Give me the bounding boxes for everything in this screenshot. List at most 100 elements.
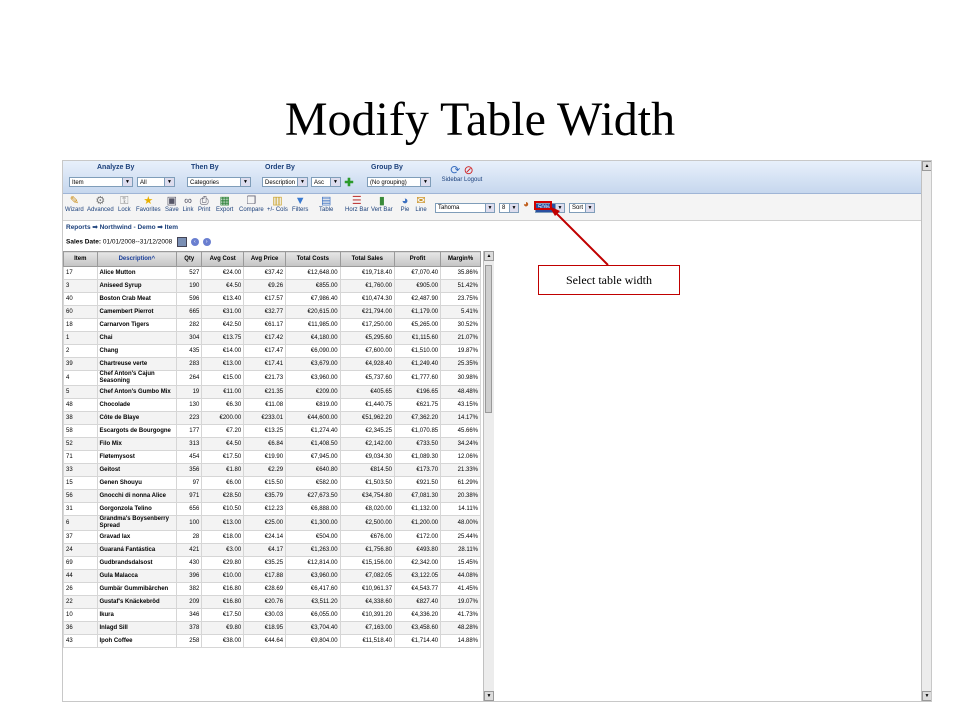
table-cell: 5	[63, 385, 98, 399]
table-cell: €28.50	[201, 489, 245, 503]
analyze-by-filter-select[interactable]: All ▼	[137, 177, 175, 187]
table-view-button[interactable]: ▤ Table	[319, 195, 333, 213]
table-row[interactable]: 44 Gula Malacca 396 €10.00 €17.88 €3,960.00 €7…	[63, 569, 481, 583]
table-row[interactable]: 17 Alice Mutton 527 €24.00 €37.42 €12,648.00 €…	[63, 266, 481, 280]
color-palette-icon[interactable]: ◕	[523, 199, 529, 210]
previous-period-icon[interactable]: ‹	[190, 238, 199, 246]
table-cell: €28.69	[243, 582, 287, 596]
scroll-down-icon[interactable]: ▼	[922, 691, 931, 701]
table-row[interactable]: 18 Carnarvon Tigers 282 €42.50 €61.17 €11,985…	[63, 318, 481, 332]
chevron-down-icon: ▼	[509, 204, 518, 212]
table-row[interactable]: 10 Ikura 346 €17.50 €30.03 €6,055.00 €10,391.2…	[63, 608, 481, 622]
table-cell: 1	[63, 331, 98, 345]
column-header[interactable]: Qty	[176, 251, 203, 267]
group-by-select[interactable]: (No grouping) ▼	[367, 177, 431, 187]
compare-button[interactable]: ❐ Compare	[239, 195, 264, 213]
table-cell: €2,487.90	[394, 292, 442, 306]
column-header[interactable]: Profit	[394, 251, 442, 267]
table-row[interactable]: 37 Gravad lax 28 €18.00 €24.14 €504.00 €676.00…	[63, 530, 481, 544]
table-row[interactable]: 1 Chai 304 €13.75 €17.42 €4,180.00 €5,295.60 €1…	[63, 331, 481, 345]
table-row[interactable]: 43 Ipoh Coffee 258 €38.00 €44.64 €9,804.00 €11…	[63, 634, 481, 648]
scroll-down-icon[interactable]: ▼	[484, 691, 494, 701]
save-button[interactable]: ▣ Save	[165, 195, 179, 213]
vert-bar-button[interactable]: ▮ Vert Bar	[371, 195, 393, 213]
advanced-button[interactable]: ⚙ Advanced	[87, 195, 114, 213]
window-scrollbar[interactable]: ▲ ▼	[921, 161, 931, 701]
table-row[interactable]: 22 Gustaf's Knäckebröd 209 €16.80 €20.76 €3,5…	[63, 595, 481, 609]
column-header[interactable]: Item	[63, 251, 98, 267]
link-button[interactable]: ∞ Link	[182, 195, 194, 213]
sidebar-logout-buttons[interactable]: ⟳ ⊘ Sidebar Logout	[440, 163, 484, 183]
column-header[interactable]: Avg Cost	[201, 251, 245, 267]
table-cell: €1,200.00	[394, 515, 442, 531]
table-cell: €3,458.60	[394, 621, 442, 635]
favorites-button[interactable]: ★ Favorites	[136, 195, 161, 213]
table-cell: 24	[63, 543, 98, 557]
logout-icon[interactable]: ⊘	[464, 163, 474, 177]
calendar-icon[interactable]	[177, 237, 188, 247]
table-cell: €5,737.60	[339, 370, 396, 386]
column-header[interactable]: Description^	[96, 251, 178, 267]
column-header[interactable]: Avg Price	[243, 251, 287, 267]
scroll-up-icon[interactable]: ▲	[922, 161, 931, 171]
table-row[interactable]: 5 Chef Anton's Gumbo Mix 19 €11.00 €21.35 €20…	[63, 385, 481, 399]
table-row[interactable]: 38 Côte de Blaye 223 €200.00 €233.01 €44,600.…	[63, 411, 481, 425]
breadcrumb[interactable]: Reports ➡ Northwind - Demo ➡ Item	[66, 223, 178, 231]
table-row[interactable]: 52 Filo Mix 313 €4.50 €6.84 €1,408.50 €2,142.0…	[63, 437, 481, 451]
plus-icon[interactable]: ✚	[344, 178, 354, 189]
lock-button[interactable]: ⚿ Lock	[118, 195, 131, 213]
table-row[interactable]: 60 Camembert Pierrot 665 €31.00 €32.77 €20,61…	[63, 305, 481, 319]
then-by-select[interactable]: Categories ▼	[187, 177, 251, 187]
sales-date-value: 01/01/2008--31/12/2008	[102, 238, 173, 246]
toggle-columns-button[interactable]: ▥ +/- Cols	[267, 195, 288, 213]
table-row[interactable]: 2 Chang 435 €14.00 €17.47 €6,090.00 €7,600.00 €…	[63, 344, 481, 358]
sort-select[interactable]: Sort ▼	[569, 203, 595, 213]
table-row[interactable]: 15 Genen Shouyu 97 €6.00 €15.50 €582.00 €1,503…	[63, 476, 481, 490]
column-header[interactable]: Margin%	[440, 251, 481, 267]
analyze-by-select[interactable]: Item ▼	[69, 177, 133, 187]
table-row[interactable]: 40 Boston Crab Meat 596 €13.40 €17.57 €7,986.…	[63, 292, 481, 306]
wizard-button[interactable]: ✎ Wizard	[65, 195, 84, 213]
table-cell: Ikura	[96, 608, 178, 622]
order-direction-select[interactable]: Asc ▼	[311, 177, 341, 187]
table-row[interactable]: 71 Fløtemysost 454 €17.50 €19.90 €7,945.00 €9,…	[63, 450, 481, 464]
table-row[interactable]: 39 Chartreuse verte 283 €13.00 €17.41 €3,679.…	[63, 357, 481, 371]
print-button[interactable]: ⎙ Print	[198, 195, 210, 213]
next-period-icon[interactable]: ›	[202, 238, 211, 246]
table-row[interactable]: 6 Grandma's Boysenberry Spread 100 €13.00 €2…	[63, 515, 481, 531]
column-header[interactable]: Total Costs	[285, 251, 341, 267]
line-chart-button[interactable]: ✉ Line	[415, 195, 427, 213]
order-by-select[interactable]: Description ▼	[262, 177, 308, 187]
table-cell: 177	[176, 424, 203, 438]
gear-icon: ⚙	[95, 195, 106, 207]
table-cell: €621.75	[394, 398, 442, 412]
table-row[interactable]: 4 Chef Anton's Cajun Seasoning 264 €15.00 €2…	[63, 370, 481, 386]
pie-chart-button[interactable]: ◕ Pie	[399, 195, 411, 213]
table-row[interactable]: 48 Chocolade 130 €6.30 €11.08 €819.00 €1,440.7…	[63, 398, 481, 412]
table-row[interactable]: 58 Escargots de Bourgogne 177 €7.20 €13.25 €1…	[63, 424, 481, 438]
group-by-label: Group By	[371, 164, 403, 171]
table-row[interactable]: 24 Guaraná Fantástica 421 €3.00 €4.17 €1,263.…	[63, 543, 481, 557]
horz-bar-button[interactable]: ☰ Horz Bar	[345, 195, 369, 213]
scroll-up-icon[interactable]: ▲	[484, 251, 494, 261]
table-row[interactable]: 56 Gnocchi di nonna Alice 971 €28.50 €35.79 €…	[63, 489, 481, 503]
column-header[interactable]: Total Sales	[339, 251, 396, 267]
table-cell: 43	[63, 634, 98, 648]
table-row[interactable]: 3 Aniseed Syrup 190 €4.50 €9.26 €855.00 €1,760…	[63, 279, 481, 293]
font-size-select[interactable]: 8 ▼	[499, 203, 519, 213]
table-cell: €3,960.00	[285, 370, 341, 386]
table-row[interactable]: 31 Gorgonzola Telino 656 €10.50 €12.23 €6,888…	[63, 502, 481, 516]
export-button[interactable]: ▦ Export	[216, 195, 233, 213]
table-row[interactable]: 69 Gudbrandsdalsost 430 €29.80 €35.25 €12,814…	[63, 556, 481, 570]
scroll-thumb[interactable]	[485, 265, 492, 413]
table-row[interactable]: 33 Geitost 356 €1.80 €2.29 €640.80 €814.50 €173…	[63, 463, 481, 477]
filters-button[interactable]: ▼ Filters	[292, 195, 308, 213]
table-cell: €17.50	[201, 450, 245, 464]
refresh-icon[interactable]: ⟳	[450, 163, 460, 177]
table-row[interactable]: 26 Gumbär Gummibärchen 382 €16.80 €28.69 €6,4…	[63, 582, 481, 596]
chevron-down-icon: ▼	[240, 178, 250, 186]
table-scrollbar[interactable]: ▲ ▼	[483, 251, 494, 701]
report-window: Analyze By Item ▼ All ▼ Then By Categories…	[62, 160, 932, 702]
table-row[interactable]: 36 Inlagd Sill 378 €9.80 €18.95 €3,704.40 €7,1…	[63, 621, 481, 635]
font-select[interactable]: Tahoma ▼	[435, 203, 495, 213]
